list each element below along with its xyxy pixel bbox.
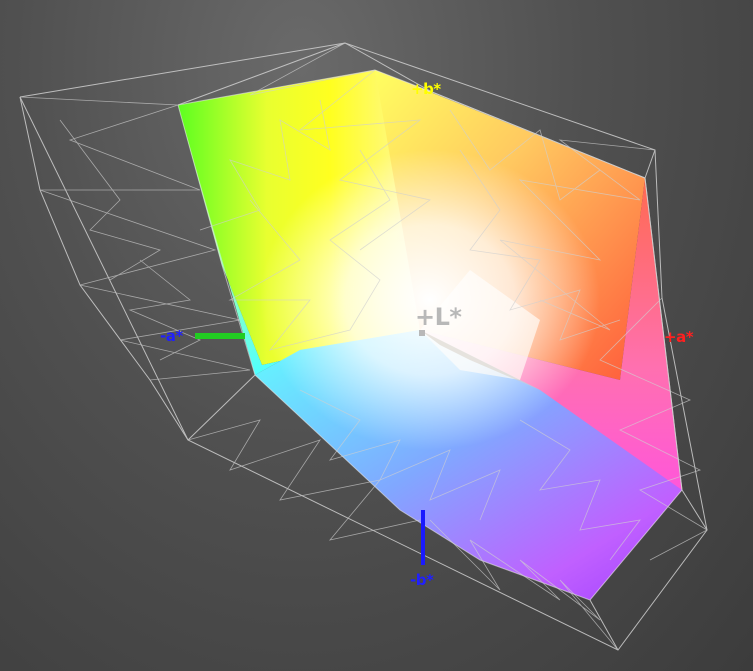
axis-label-a-plus: +a* [664,328,694,346]
wireframe-left-edge [187,374,256,441]
axis-label-b-minus: -b* [410,571,434,589]
wireframe-bottom-edge [589,599,619,651]
axis-label-a-minus: -a* [160,327,183,345]
axis-label-l-plus: +L* [415,303,462,331]
axis-label-b-plus: +b* [411,80,441,98]
gamut-visualization: +b* -a* +a* -b* +L* [0,0,753,671]
gamut-white-glow [260,150,600,450]
gamut-canvas [19,42,708,651]
